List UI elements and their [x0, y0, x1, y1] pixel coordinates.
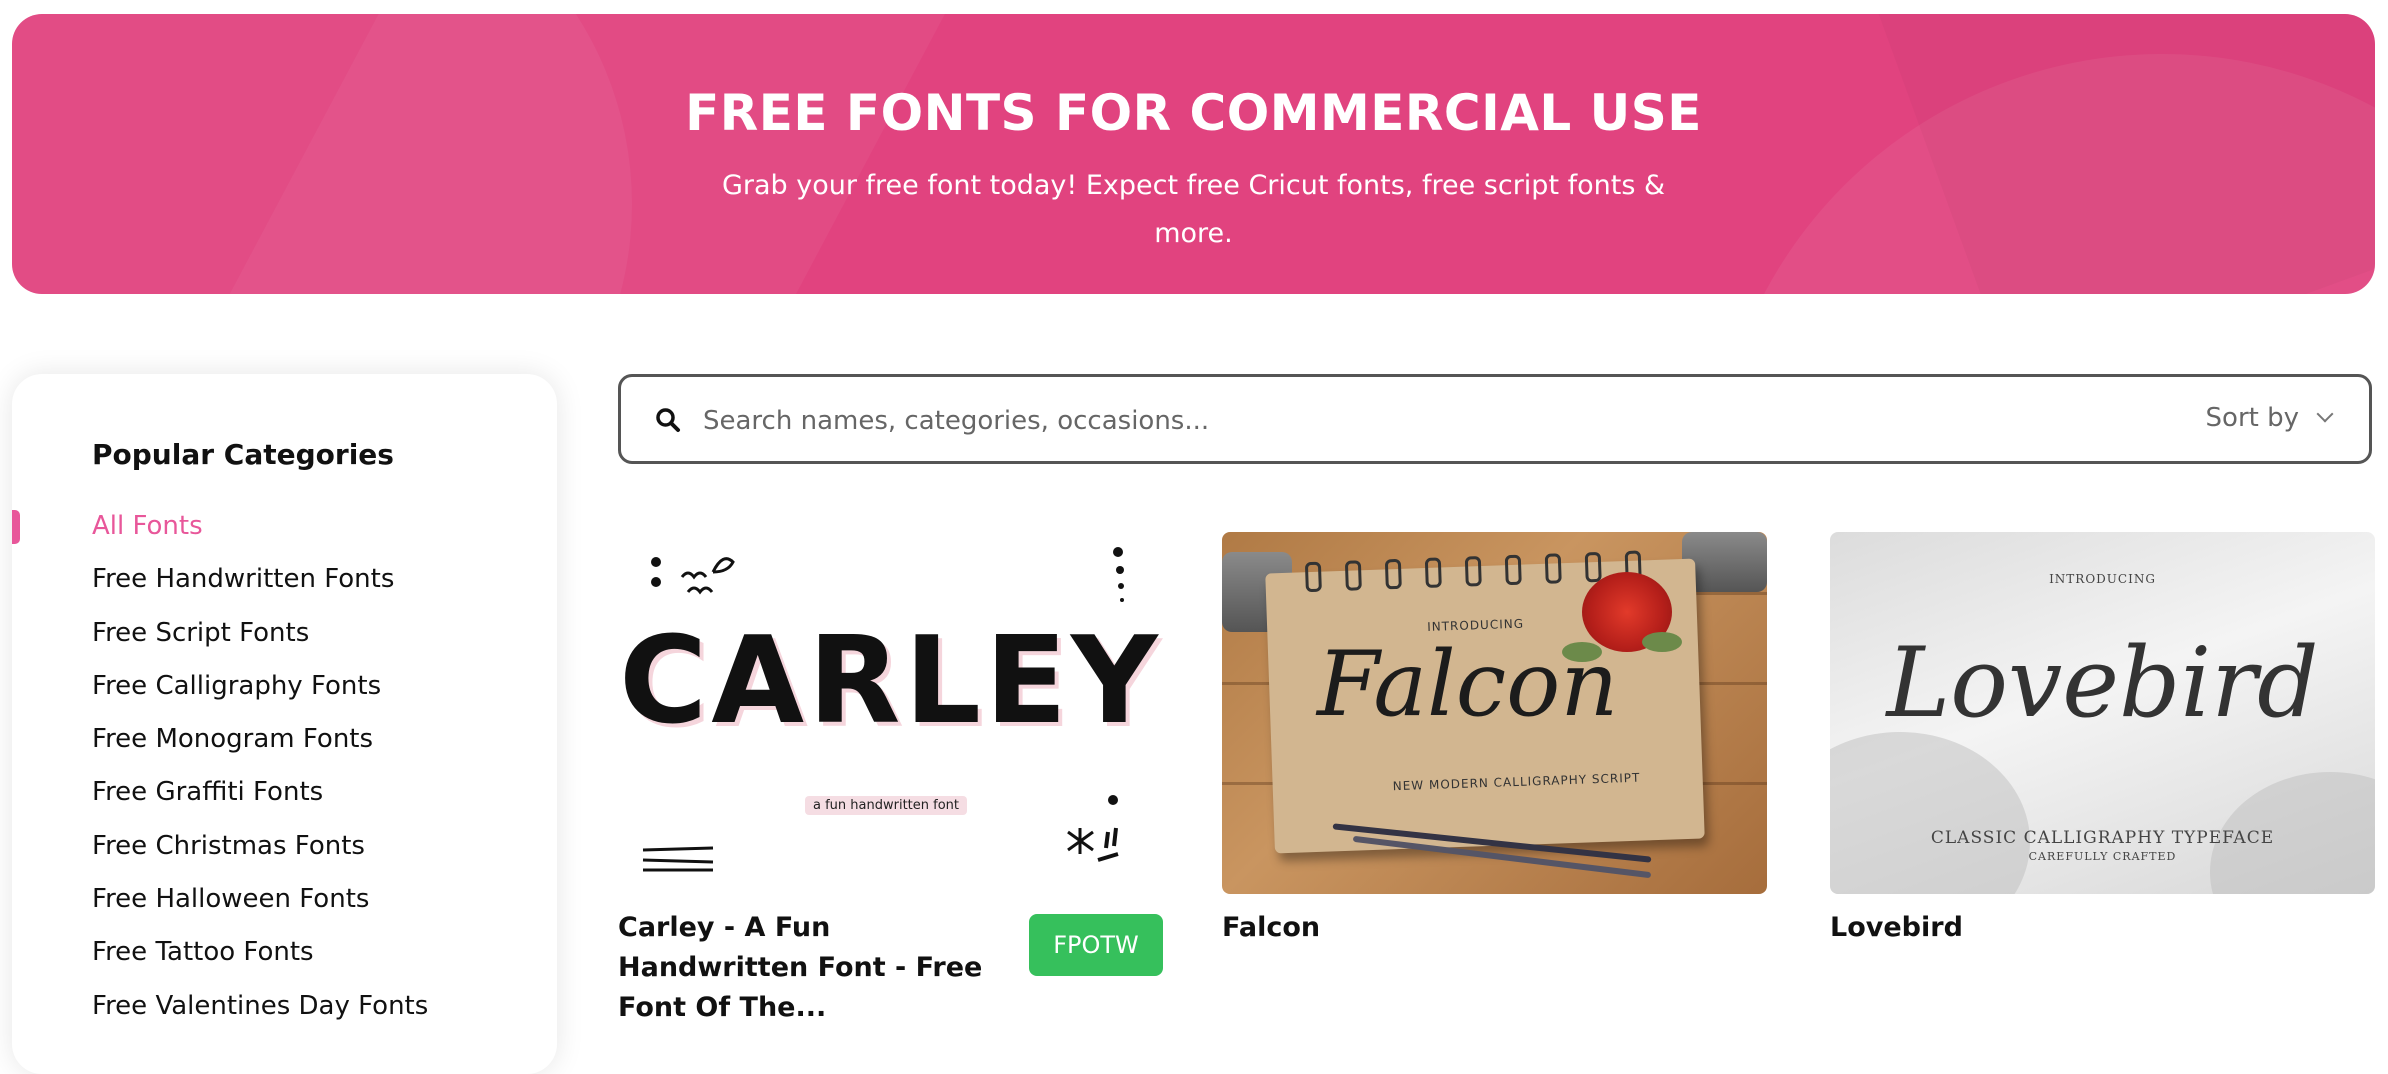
banner-subtitle: Grab your free font today! Expect free C…	[721, 170, 1666, 249]
spiral-ring	[1424, 557, 1442, 588]
category-item-graffiti[interactable]: Free Graffiti Fonts	[12, 766, 428, 819]
category-item-handwritten[interactable]: Free Handwritten Fonts	[12, 553, 428, 606]
search-icon[interactable]	[655, 407, 681, 433]
category-item-christmas[interactable]: Free Christmas Fonts	[12, 820, 428, 873]
font-title[interactable]: Falcon	[1222, 908, 1320, 948]
category-item-calligraphy[interactable]: Free Calligraphy Fonts	[12, 660, 428, 713]
spiral-ring	[1464, 556, 1482, 587]
sort-label: Sort by	[2205, 403, 2299, 433]
banner-title: FREE FONTS FOR COMMERCIAL USE	[685, 84, 1702, 142]
preview-tagline: a fun handwritten font	[805, 796, 968, 815]
category-item-tattoo[interactable]: Free Tattoo Fonts	[12, 926, 428, 979]
category-item-all-fonts[interactable]: All Fonts	[12, 500, 428, 553]
category-item-halloween[interactable]: Free Halloween Fonts	[12, 873, 428, 926]
spiral-ring	[1384, 558, 1402, 590]
font-title[interactable]: Carley - A Fun Handwritten Font - Free F…	[618, 908, 1008, 1028]
sort-dropdown[interactable]: Sort by	[2205, 403, 2334, 433]
spiral-ring	[1544, 553, 1562, 584]
spiral-ring	[1344, 560, 1362, 591]
preview-line1: CLASSIC CALLIGRAPHY TYPEFACE	[1930, 828, 2275, 848]
font-preview-image[interactable]: INTRODUCING NEW MODERN CALLIGRAPHY SCRIP…	[1222, 532, 1767, 894]
preview-headline: Lovebird	[1886, 627, 2319, 739]
spiral-ring	[1584, 551, 1602, 583]
category-list: All Fonts Free Handwritten Fonts Free Sc…	[12, 500, 428, 1033]
font-preview-image[interactable]: CARLEY a fun handwritten font	[618, 532, 1163, 894]
leaf-decoration	[1562, 642, 1602, 662]
category-item-script[interactable]: Free Script Fonts	[12, 607, 428, 660]
preview-bottom-text: NEW MODERN CALLIGRAPHY SCRIPT	[1392, 770, 1641, 794]
hero-banner: FREE FONTS FOR COMMERCIAL USE Grab your …	[12, 14, 2375, 294]
leaf-decoration	[1642, 632, 1682, 652]
preview-top-text: INTRODUCING	[2049, 572, 2156, 586]
category-item-monogram[interactable]: Free Monogram Fonts	[12, 713, 428, 766]
category-item-valentines[interactable]: Free Valentines Day Fonts	[12, 980, 428, 1033]
categories-sidebar: Popular Categories All Fonts Free Handwr…	[12, 374, 557, 1074]
chevron-down-icon	[2316, 405, 2334, 423]
search-bar: Sort by	[618, 374, 2372, 464]
font-preview-image[interactable]: INTRODUCING Lovebird CLASSIC CALLIGRAPHY…	[1830, 532, 2375, 894]
sidebar-title: Popular Categories	[92, 438, 394, 471]
preview-headline: CARLEY	[619, 612, 1162, 751]
search-input[interactable]	[701, 395, 1705, 447]
spiral-ring	[1504, 554, 1522, 586]
font-title[interactable]: Lovebird	[1830, 908, 1963, 948]
spiral-ring	[1304, 561, 1322, 593]
fpotw-badge[interactable]: FPOTW	[1029, 914, 1163, 976]
preview-line2: CAREFULLY CRAFTED	[2028, 850, 2177, 863]
